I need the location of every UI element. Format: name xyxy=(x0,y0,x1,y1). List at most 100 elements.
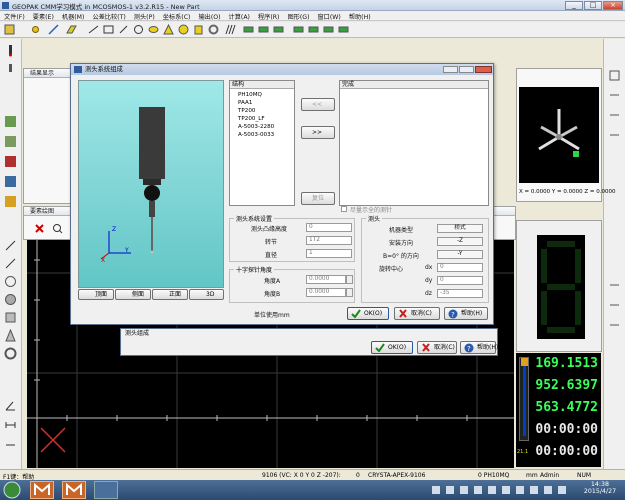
back-cancel-button[interactable]: 取消(C) xyxy=(417,341,457,354)
b0-direction-field[interactable]: -Y xyxy=(437,250,483,259)
mount-direction-field[interactable]: -Z xyxy=(437,237,483,246)
view-tool-2-icon[interactable] xyxy=(608,89,621,102)
menu-file[interactable]: 文件(F) xyxy=(0,11,29,21)
tree-item[interactable]: TP200_LF xyxy=(232,115,274,123)
tree-item[interactable]: TP200 xyxy=(232,107,274,115)
flange-height-field[interactable]: 0 xyxy=(306,223,352,232)
delete-icon[interactable] xyxy=(34,223,45,234)
angle-tool-icon[interactable] xyxy=(4,399,17,412)
menu-help[interactable]: 帮助(H) xyxy=(345,11,375,21)
tool-a-icon[interactable] xyxy=(4,115,17,128)
angle-b-spinner[interactable] xyxy=(346,288,353,297)
sphere-icon[interactable] xyxy=(178,24,189,35)
tree-item[interactable]: PH10MQ xyxy=(232,91,274,99)
menu-tolerance[interactable]: 公差比较(T) xyxy=(88,11,129,21)
minimize-button[interactable]: _ xyxy=(565,1,583,10)
ok-button[interactable]: OK(O) xyxy=(347,307,389,320)
view-tool-1-icon[interactable] xyxy=(608,69,621,82)
start-icon[interactable] xyxy=(3,481,21,499)
help-button[interactable]: ? 帮助(H) xyxy=(444,307,488,320)
view-tool-5-icon[interactable] xyxy=(608,279,621,292)
cylinder-icon[interactable] xyxy=(193,24,204,35)
menu-coordinate[interactable]: 坐标系(C) xyxy=(159,11,195,21)
dy-field[interactable]: 0 xyxy=(437,276,483,285)
machine-type-field[interactable]: 桥式 xyxy=(437,224,483,233)
taskbar-app-1[interactable] xyxy=(30,481,54,499)
zoom-icon[interactable] xyxy=(52,223,63,234)
tree-item[interactable]: A-5003-0033 xyxy=(232,131,274,139)
circle-icon[interactable] xyxy=(133,24,144,35)
menu-element[interactable]: 要素(E) xyxy=(29,11,58,21)
feature-4-icon[interactable] xyxy=(293,24,304,35)
tool-b-icon[interactable] xyxy=(4,135,17,148)
feature-6-icon[interactable] xyxy=(323,24,334,35)
dx-field[interactable]: 0 xyxy=(437,263,483,272)
feature-2-icon[interactable] xyxy=(258,24,269,35)
back-ok-button[interactable]: OK(O) xyxy=(371,341,413,354)
show-all-checkbox[interactable] xyxy=(341,206,347,212)
slash-tool-icon[interactable] xyxy=(4,257,17,270)
dialog-min-button[interactable] xyxy=(443,66,458,73)
dialog-max-button[interactable] xyxy=(459,66,474,73)
tool-c-icon[interactable] xyxy=(4,155,17,168)
line-tool-icon[interactable] xyxy=(4,239,17,252)
menu-calculate[interactable]: 计算(A) xyxy=(225,11,254,21)
move-right-button[interactable]: >> xyxy=(301,126,335,139)
disc-tool-icon[interactable] xyxy=(4,293,17,306)
close-button[interactable]: × xyxy=(603,1,623,10)
menu-graphics[interactable]: 图形(G) xyxy=(283,11,313,21)
reset-button[interactable]: 复位 xyxy=(301,192,335,205)
line-icon[interactable] xyxy=(48,24,59,35)
dialog-close-button[interactable] xyxy=(475,66,492,73)
menu-program[interactable]: 程序(R) xyxy=(254,11,284,21)
circle-tool-icon[interactable] xyxy=(4,275,17,288)
angle-a-field[interactable]: 0.0000 xyxy=(306,275,346,284)
ellipse-icon[interactable] xyxy=(148,24,159,35)
move-left-button[interactable]: << xyxy=(301,98,335,111)
view-tool-6-icon[interactable] xyxy=(608,299,621,312)
feature-7-icon[interactable] xyxy=(338,24,349,35)
ring-icon[interactable] xyxy=(208,24,219,35)
taskbar-app-3[interactable] xyxy=(94,481,118,499)
slash-icon[interactable] xyxy=(118,24,129,35)
taskbar-app-2[interactable] xyxy=(62,481,86,499)
view-front-button[interactable]: 正面 xyxy=(152,289,188,300)
tool-e-icon[interactable] xyxy=(4,195,17,208)
joint-field[interactable]: 1T2 xyxy=(306,236,352,245)
tray-icons[interactable] xyxy=(432,485,572,495)
cone-icon[interactable] xyxy=(163,24,174,35)
menu-output[interactable]: 输出(O) xyxy=(194,11,224,21)
probe-3d-view[interactable]: Z Y X xyxy=(78,80,224,288)
diameter-field[interactable]: 1 xyxy=(306,249,352,258)
angle-a-spinner[interactable] xyxy=(346,275,353,284)
probe-down-icon[interactable] xyxy=(4,63,17,76)
view-side-button[interactable]: 侧面 xyxy=(115,289,151,300)
hatch-icon[interactable] xyxy=(225,24,236,35)
feature-5-icon[interactable] xyxy=(308,24,319,35)
cube-tool-icon[interactable] xyxy=(4,311,17,324)
rectangle-icon[interactable] xyxy=(103,24,114,35)
tool-d-icon[interactable] xyxy=(4,175,17,188)
feature-1-icon[interactable] xyxy=(243,24,254,35)
tree-item[interactable]: A-5003-2280 xyxy=(232,123,274,131)
cone-tool-icon[interactable] xyxy=(4,329,17,342)
view-top-button[interactable]: 顶面 xyxy=(78,289,114,300)
menu-machine[interactable]: 机器(M) xyxy=(58,11,89,21)
width-tool-icon[interactable] xyxy=(4,419,17,432)
view-3d-button[interactable]: 3D xyxy=(189,289,224,300)
view-tool-3-icon[interactable] xyxy=(608,109,621,122)
feature-3-icon[interactable] xyxy=(273,24,284,35)
probe-icon[interactable] xyxy=(4,44,17,57)
plane-icon[interactable] xyxy=(66,24,77,35)
point-icon[interactable] xyxy=(30,24,41,35)
length-tool-icon[interactable] xyxy=(4,439,17,452)
cancel-button[interactable]: 取消(C) xyxy=(394,307,440,320)
angle-b-field[interactable]: 0.0000 xyxy=(306,288,346,297)
dz-field[interactable]: -35 xyxy=(437,289,483,298)
back-help-button[interactable]: ? 帮助(H) xyxy=(460,341,498,354)
tree-item[interactable]: PAA1 xyxy=(232,99,274,107)
probe-tool-icon[interactable] xyxy=(4,24,15,35)
orientation-view[interactable] xyxy=(519,87,599,183)
view-tool-4-icon[interactable] xyxy=(608,129,621,142)
line-2-icon[interactable] xyxy=(88,24,99,35)
